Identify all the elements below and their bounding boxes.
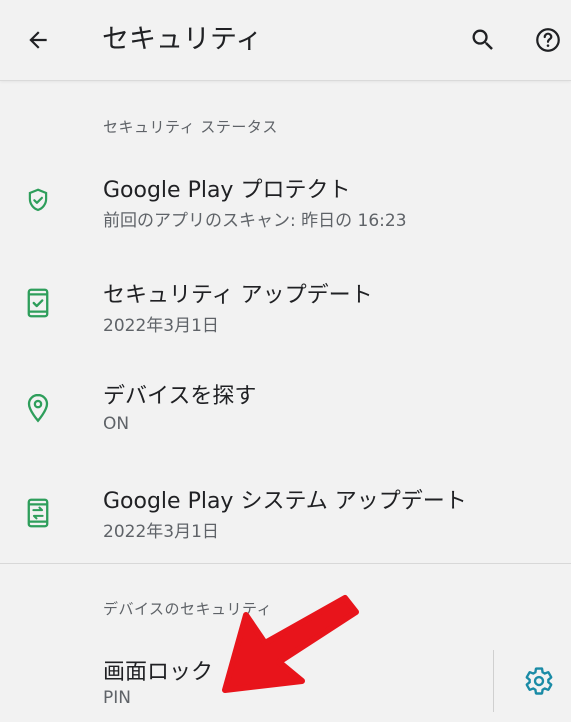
item-title: Google Play システム アップデート	[103, 489, 467, 514]
search-button[interactable]	[465, 22, 501, 58]
screen-lock-settings-button[interactable]	[522, 664, 556, 698]
search-icon	[472, 29, 493, 50]
top-app-bar: セキュリティ	[0, 0, 571, 81]
gear-icon	[525, 667, 553, 695]
section-divider	[0, 563, 571, 564]
help-button[interactable]	[530, 22, 566, 58]
list-item-find-my-device[interactable]: デバイスを探す ON	[0, 360, 571, 460]
arrow-back-icon	[29, 31, 47, 49]
location-pin-icon	[22, 392, 54, 424]
item-title: デバイスを探す	[103, 384, 257, 409]
back-button[interactable]	[20, 22, 56, 58]
list-item-google-play-protect[interactable]: Google Play プロテクト 前回のアプリのスキャン: 昨日の 16:23	[0, 150, 571, 250]
item-subtitle: PIN	[103, 688, 131, 708]
item-subtitle: 前回のアプリのスキャン: 昨日の 16:23	[103, 211, 407, 231]
vertical-divider	[493, 650, 494, 712]
item-subtitle: ON	[103, 414, 130, 434]
section-header-device-security: デバイスのセキュリティ	[103, 600, 273, 618]
item-subtitle: 2022年3月1日	[103, 316, 219, 336]
phone-update-icon	[22, 287, 54, 319]
item-title: Google Play プロテクト	[103, 178, 351, 203]
shield-check-icon	[22, 184, 54, 216]
page-title: セキュリティ	[102, 24, 263, 55]
list-item-security-update[interactable]: セキュリティ アップデート 2022年3月1日	[0, 255, 571, 355]
item-title: セキュリティ アップデート	[103, 283, 373, 308]
item-title: 画面ロック	[103, 660, 214, 685]
section-header-security-status: セキュリティ ステータス	[103, 118, 278, 136]
help-icon	[536, 28, 560, 52]
item-subtitle: 2022年3月1日	[103, 522, 219, 542]
list-item-google-play-system-update[interactable]: Google Play システム アップデート 2022年3月1日	[0, 465, 571, 565]
security-settings-screen: セキュリティ セキュリティ ステータス Google Play プロテクト 前回…	[0, 0, 571, 722]
system-update-icon	[22, 497, 54, 529]
list-item-screen-lock[interactable]: 画面ロック PIN	[0, 640, 490, 722]
